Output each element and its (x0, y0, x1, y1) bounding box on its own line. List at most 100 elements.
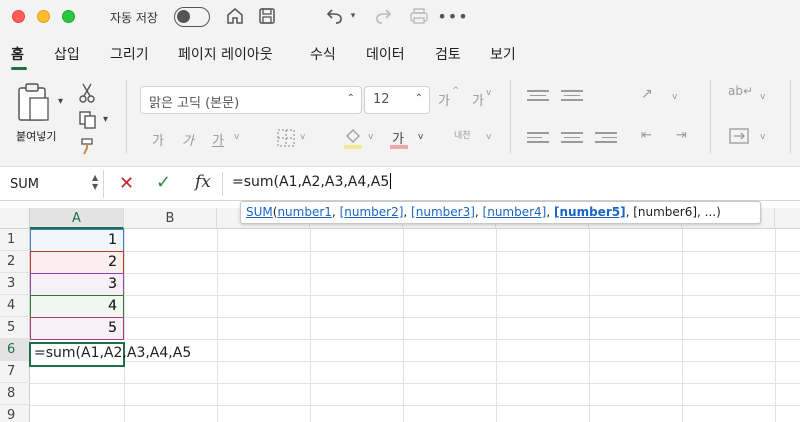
name-box[interactable]: SUM ▲ ▼ (0, 170, 104, 198)
tab-review[interactable]: 검토 (435, 44, 461, 64)
ribbon-tabs: 홈 삽입 그리기 페이지 레이아웃 수식 데이터 검토 보기 (0, 34, 800, 70)
paste-label: 붙여넣기 (16, 130, 57, 143)
underline-dropdown-icon[interactable]: v (234, 132, 239, 142)
phonetic-dropdown-icon[interactable]: v (486, 132, 491, 142)
save-icon[interactable] (256, 5, 278, 27)
row-header-1[interactable]: 1 (0, 229, 30, 251)
font-color-swatch (390, 145, 408, 149)
increase-indent-icon[interactable]: ⇥ (676, 128, 687, 143)
decrease-indent-icon[interactable]: ⇤ (641, 128, 652, 143)
column-header-a[interactable]: A (30, 208, 124, 229)
merge-cells-icon[interactable] (728, 126, 750, 150)
select-all-corner[interactable] (0, 208, 30, 229)
argument-link-number3[interactable]: [number3] (411, 205, 475, 219)
cancel-formula-button[interactable]: ✕ (119, 173, 134, 194)
row-header-8[interactable]: 8 (0, 383, 30, 405)
ribbon-separator (510, 80, 511, 154)
zoom-window-button[interactable] (62, 10, 75, 23)
formula-divider (222, 172, 223, 196)
active-cell-a6[interactable]: =sum(A1,A2,A3,A4,A5 (29, 342, 191, 367)
function-name-link[interactable]: SUM (246, 205, 273, 219)
row-header-2[interactable]: 2 (0, 251, 30, 273)
font-name-select[interactable]: 맑은 고딕 (본문) ⌃ (140, 86, 362, 114)
row-header-3[interactable]: 3 (0, 273, 30, 295)
copy-icon[interactable] (78, 110, 98, 134)
row-header-7[interactable]: 7 (0, 361, 30, 383)
cell-a3-value: 3 (108, 276, 117, 292)
tooltip-separator: , (331, 205, 340, 219)
orientation-dropdown-icon[interactable]: v (672, 92, 677, 102)
copy-dropdown-icon[interactable]: ▾ (103, 114, 108, 125)
font-color-dropdown-icon[interactable]: v (418, 132, 423, 142)
borders-icon[interactable] (276, 128, 296, 152)
undo-icon[interactable] (324, 5, 346, 27)
paste-dropdown-icon[interactable]: ▾ (58, 96, 63, 107)
bold-button[interactable]: 가 (152, 130, 164, 149)
argument-link-number5-current[interactable]: [number5] (554, 205, 626, 219)
ribbon-separator (790, 80, 791, 154)
tab-page-layout[interactable]: 페이지 레이아웃 (178, 44, 273, 64)
align-top-icon[interactable] (527, 90, 549, 104)
redo-icon[interactable] (372, 5, 394, 27)
autosave-toggle[interactable] (174, 7, 210, 27)
gridline (30, 339, 800, 340)
tab-formulas[interactable]: 수식 (310, 44, 336, 64)
tab-home[interactable]: 홈 (11, 44, 24, 64)
name-box-stepper-icon[interactable]: ▲ ▼ (92, 173, 98, 191)
row-header-9[interactable]: 9 (0, 405, 30, 422)
wrap-text-dropdown-icon[interactable]: v (760, 92, 765, 102)
cell-a4-value: 4 (108, 298, 117, 314)
chevron-down-icon: ⌃ (346, 93, 355, 104)
print-icon[interactable] (408, 5, 430, 27)
orientation-icon[interactable]: ↗ (641, 86, 653, 102)
formula-bar: SUM ▲ ▼ ✕ ✓ fx =sum(A1,A2,A3,A4,A5 (0, 167, 800, 201)
fill-color-dropdown-icon[interactable]: v (368, 132, 373, 142)
cell-a2-value: 2 (108, 254, 117, 270)
align-right-icon[interactable] (595, 132, 617, 146)
insert-function-button[interactable]: fx (195, 172, 211, 192)
argument-link-number2[interactable]: [number2] (340, 205, 404, 219)
undo-dropdown-icon[interactable]: ▾ (346, 5, 360, 27)
home-icon[interactable] (224, 5, 246, 27)
phonetic-button[interactable]: 내천 (454, 128, 471, 141)
grow-font-button[interactable]: 가 (438, 90, 450, 109)
argument-link-number4[interactable]: [number4] (483, 205, 547, 219)
font-name-value: 맑은 고딕 (본문) (149, 96, 240, 111)
minimize-window-button[interactable] (37, 10, 50, 23)
italic-button[interactable]: 가 (182, 130, 194, 149)
fill-color-icon[interactable] (342, 126, 364, 154)
enter-formula-button[interactable]: ✓ (156, 172, 171, 193)
formula-input[interactable]: =sum(A1,A2,A3,A4,A5 (232, 173, 392, 190)
argument-link-number1[interactable]: number1 (277, 205, 331, 219)
formula-text: =sum(A1,A2,A3,A4,A5 (232, 174, 390, 190)
more-icon[interactable]: ••• (437, 5, 467, 27)
tab-view[interactable]: 보기 (490, 44, 516, 64)
underline-button[interactable]: 가 (212, 130, 224, 149)
column-header[interactable] (775, 208, 800, 229)
merge-dropdown-icon[interactable]: v (760, 132, 765, 142)
title-bar: 자동 저장 ▾ ••• (0, 0, 800, 34)
text-caret (390, 173, 392, 189)
format-painter-icon[interactable] (78, 136, 98, 160)
wrap-text-icon[interactable]: ab↵ (728, 84, 753, 98)
shrink-font-arrow-icon: v (486, 88, 492, 98)
tab-data[interactable]: 데이터 (366, 44, 405, 64)
borders-dropdown-icon[interactable]: v (300, 132, 305, 142)
clipboard-icon[interactable] (16, 82, 52, 126)
ribbon-home: ▾ 붙여넣기 ▾ 맑은 고딕 (본문) ⌃ 12 ⌃ 가 ^ 가 v 가 가 가… (0, 70, 800, 167)
tab-insert[interactable]: 삽입 (54, 44, 80, 64)
cut-icon[interactable] (78, 82, 96, 108)
gridline (30, 361, 800, 362)
close-window-button[interactable] (12, 10, 25, 23)
shrink-font-button[interactable]: 가 (472, 90, 484, 109)
font-size-select[interactable]: 12 ⌃ (364, 86, 430, 114)
row-header-6[interactable]: 6 (0, 339, 30, 361)
ribbon-separator (126, 80, 127, 154)
row-header-5[interactable]: 5 (0, 317, 30, 339)
align-left-icon[interactable] (527, 132, 549, 146)
row-header-4[interactable]: 4 (0, 295, 30, 317)
tab-draw[interactable]: 그리기 (110, 44, 149, 64)
align-center-icon[interactable] (561, 132, 583, 146)
align-middle-icon[interactable] (561, 90, 583, 104)
column-header-b[interactable]: B (124, 208, 217, 229)
